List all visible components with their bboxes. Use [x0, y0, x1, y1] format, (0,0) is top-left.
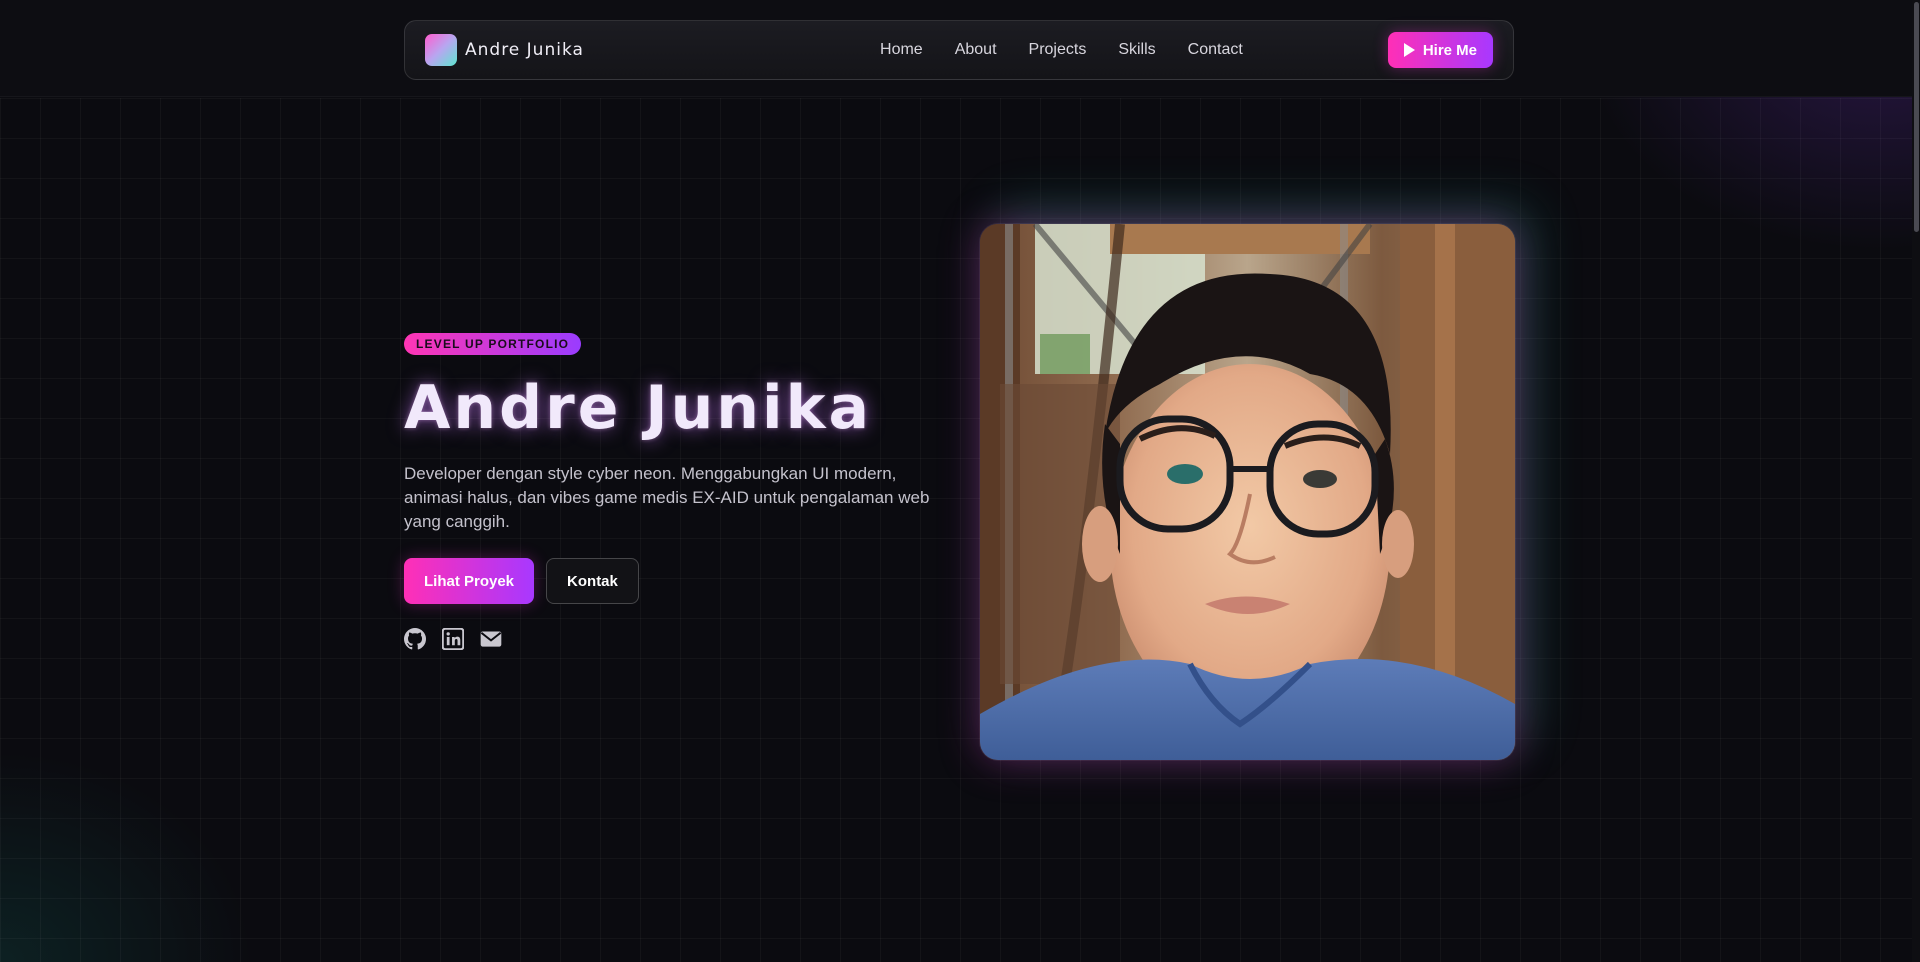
brand-name: Andre Junika [465, 40, 584, 60]
hire-me-label: Hire Me [1422, 41, 1477, 59]
nav-link-home[interactable]: Home [880, 41, 923, 59]
scrollbar-thumb[interactable] [1914, 2, 1919, 232]
hero-badge: LEVEL UP PORTFOLIO [404, 333, 582, 355]
profile-photo [980, 224, 1515, 760]
hero-content: LEVEL UP PORTFOLIO Andre Junika Develope… [404, 333, 964, 650]
mail-icon[interactable] [480, 628, 502, 650]
nav-link-projects[interactable]: Projects [1029, 41, 1087, 59]
hire-me-button[interactable]: Hire Me [1387, 32, 1493, 68]
navbar: Andre Junika Home About Projects Skills … [404, 20, 1514, 80]
profile-photo-illustration [980, 224, 1515, 760]
nav-link-about[interactable]: About [955, 41, 997, 59]
hero-title: Andre Junika [404, 373, 872, 443]
view-projects-button[interactable]: Lihat Proyek [404, 558, 535, 604]
page: Andre Junika Home About Projects Skills … [0, 0, 1920, 962]
play-icon [1403, 43, 1415, 57]
contact-button[interactable]: Kontak [546, 558, 639, 604]
scrollbar[interactable] [1912, 0, 1920, 962]
linkedin-icon[interactable] [442, 628, 464, 650]
github-icon[interactable] [404, 628, 426, 650]
social-links [404, 628, 964, 650]
brand-logo-icon [425, 34, 457, 66]
nav-link-skills[interactable]: Skills [1118, 41, 1155, 59]
brand[interactable]: Andre Junika [425, 34, 765, 66]
hero-description: Developer dengan style cyber neon. Mengg… [404, 464, 930, 531]
nav-links: Home About Projects Skills Contact [735, 41, 1388, 59]
hero-actions: Lihat Proyek Kontak [404, 558, 964, 604]
nav-link-contact[interactable]: Contact [1188, 41, 1243, 59]
